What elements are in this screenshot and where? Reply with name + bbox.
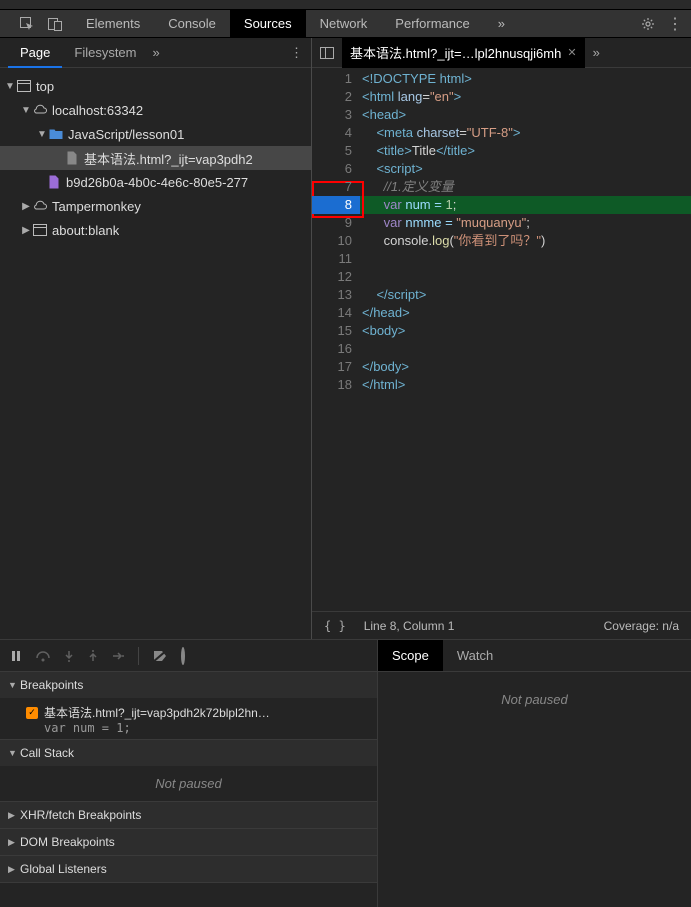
tree-file-1[interactable]: 基本语法.html?_ijt=vap3pdh2: [0, 146, 311, 170]
toggle-nav-icon[interactable]: [320, 46, 334, 60]
pause-exceptions-icon[interactable]: [181, 649, 185, 663]
breakpoint-item[interactable]: ✓ 基本语法.html?_ijt=vap3pdh2k72blpl2hn… var…: [0, 702, 377, 735]
tab-elements[interactable]: Elements: [72, 10, 154, 38]
callstack-section: ▼Call Stack Not paused: [0, 740, 377, 802]
tab-more[interactable]: »: [484, 10, 519, 38]
pause-icon[interactable]: [10, 650, 22, 662]
pretty-print-icon[interactable]: { }: [324, 619, 346, 633]
inspect-icon[interactable]: [20, 17, 34, 31]
breakpoints-section: ▼Breakpoints ✓ 基本语法.html?_ijt=vap3pdh2k7…: [0, 672, 377, 740]
callstack-not-paused: Not paused: [0, 766, 377, 801]
gear-icon[interactable]: [641, 17, 655, 31]
file-tree: top localhost:63342 JavaScript/lesson01: [0, 68, 311, 639]
tree-host[interactable]: localhost:63342: [0, 98, 311, 122]
debug-left-pane: ▼Breakpoints ✓ 基本语法.html?_ijt=vap3pdh2k7…: [0, 640, 378, 907]
gutter[interactable]: 1 2 3 4 5 6 7 8 9 10 11 12 13 14: [312, 68, 360, 611]
checkbox-checked-icon[interactable]: ✓: [26, 707, 38, 719]
file-tab-more[interactable]: »: [593, 45, 600, 60]
kebab-icon[interactable]: ⋮: [667, 14, 683, 34]
file-tab-label: 基本语法.html?_ijt=…lpl2hnusqji6mh: [350, 43, 561, 62]
deactivate-breakpoints-icon[interactable]: [153, 650, 167, 662]
tab-performance[interactable]: Performance: [381, 10, 483, 38]
tab-network[interactable]: Network: [306, 10, 382, 38]
scope-not-paused: Not paused: [378, 672, 691, 907]
cursor-position: Line 8, Column 1: [364, 619, 455, 633]
step-over-icon[interactable]: [36, 650, 50, 662]
global-listeners-section: ▶Global Listeners: [0, 856, 377, 883]
xhr-breakpoints-header[interactable]: ▶XHR/fetch Breakpoints: [0, 802, 377, 828]
file-icon: [46, 174, 62, 190]
tree-folder[interactable]: JavaScript/lesson01: [0, 122, 311, 146]
xhr-breakpoints-section: ▶XHR/fetch Breakpoints: [0, 802, 377, 829]
tree-tampermonkey[interactable]: Tampermonkey: [0, 194, 311, 218]
tree-file-2[interactable]: b9d26b0a-4b0c-4e6c-80e5-277: [0, 170, 311, 194]
subtab-kebab-icon[interactable]: ⋮: [290, 45, 311, 61]
breakpoints-header[interactable]: ▼Breakpoints: [0, 672, 377, 698]
dom-breakpoints-section: ▶DOM Breakpoints: [0, 829, 377, 856]
device-toggle-icon[interactable]: [48, 17, 62, 31]
step-out-icon[interactable]: [88, 650, 98, 662]
tab-sources[interactable]: Sources: [230, 10, 306, 38]
callstack-header[interactable]: ▼Call Stack: [0, 740, 377, 766]
global-listeners-header[interactable]: ▶Global Listeners: [0, 856, 377, 882]
subtab-filesystem[interactable]: Filesystem: [62, 38, 148, 68]
tab-console[interactable]: Console: [154, 10, 230, 38]
tree-top[interactable]: top: [0, 74, 311, 98]
dom-breakpoints-header[interactable]: ▶DOM Breakpoints: [0, 829, 377, 855]
window-icon: [16, 78, 32, 94]
file-tab-active[interactable]: 基本语法.html?_ijt=…lpl2hnusqji6mh ✕: [342, 38, 585, 68]
debug-right-pane: Scope Watch Not paused: [378, 640, 691, 907]
breakpoint-line-8[interactable]: 8: [312, 196, 360, 214]
subtab-page[interactable]: Page: [8, 38, 62, 68]
step-icon[interactable]: [112, 650, 124, 662]
editor-status-bar: { } Line 8, Column 1 Coverage: n/a: [312, 611, 691, 639]
file-icon: [64, 150, 80, 166]
cloud-icon: [32, 102, 48, 118]
code-area[interactable]: <!DOCTYPE html> <html lang="en"> <head> …: [360, 68, 691, 611]
devtools-main-tabs: Elements Console Sources Network Perform…: [0, 10, 691, 38]
sources-sub-tabs: Page Filesystem » ⋮: [0, 38, 311, 68]
debugger-controls: [0, 640, 377, 672]
watch-tab[interactable]: Watch: [443, 640, 507, 671]
coverage-status: Coverage: n/a: [604, 619, 679, 633]
tree-aboutblank[interactable]: about:blank: [0, 218, 311, 242]
file-tabs: 基本语法.html?_ijt=…lpl2hnusqji6mh ✕ »: [312, 38, 691, 68]
window-icon: [32, 222, 48, 238]
step-into-icon[interactable]: [64, 650, 74, 662]
scope-tab[interactable]: Scope: [378, 640, 443, 671]
folder-icon: [48, 126, 64, 142]
code-editor[interactable]: 1 2 3 4 5 6 7 8 9 10 11 12 13 14: [312, 68, 691, 611]
subtab-more[interactable]: »: [153, 45, 160, 60]
close-icon[interactable]: ✕: [567, 46, 576, 59]
cloud-icon: [32, 198, 48, 214]
